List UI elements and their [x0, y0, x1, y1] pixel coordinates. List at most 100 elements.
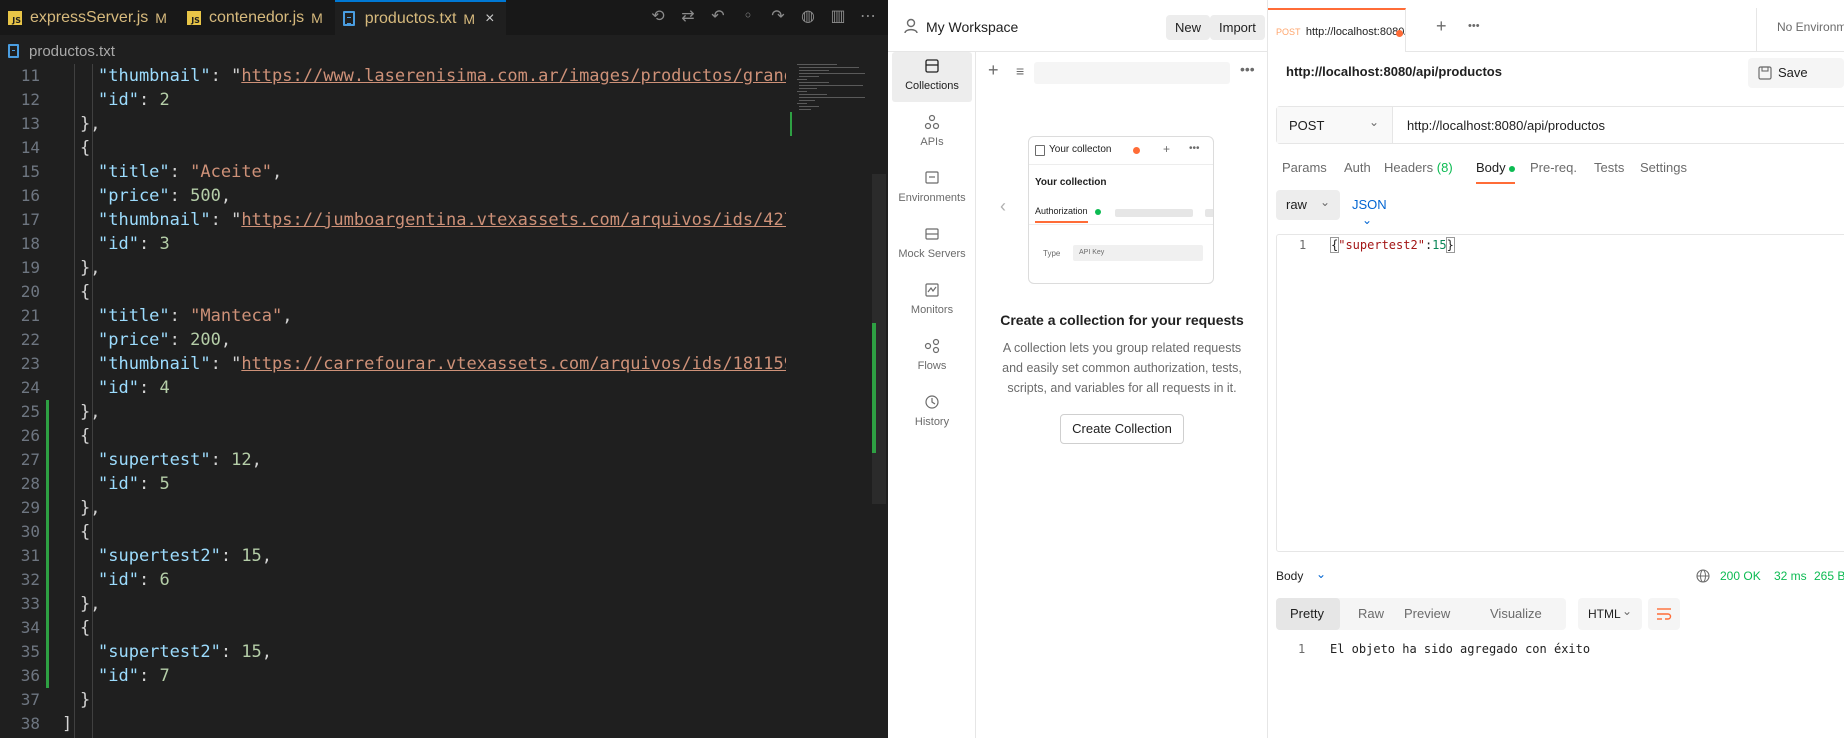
preview-card-row: Authorization	[1029, 201, 1213, 225]
tab-raw[interactable]: Raw	[1358, 606, 1384, 621]
sidebar-item-mock-servers[interactable]: Mock Servers	[892, 220, 972, 270]
code-token: },	[80, 258, 101, 278]
body-format-select[interactable]: JSON ⌄	[1352, 197, 1387, 227]
body-mode-select[interactable]: raw ⌄	[1276, 190, 1340, 220]
code-line[interactable]: 14 {	[0, 136, 800, 160]
go-forward-icon[interactable]: ↷	[768, 6, 788, 25]
code-line[interactable]: 27 "supertest": 12,	[0, 448, 800, 472]
code-line[interactable]: 24 "id": 4	[0, 376, 800, 400]
response-size[interactable]: 265 B	[1814, 569, 1844, 583]
code-line[interactable]: 35 "supertest2": 15,	[0, 640, 800, 664]
tab-preview[interactable]: Preview	[1404, 606, 1450, 621]
code-line[interactable]: 25},	[0, 400, 800, 424]
code-line[interactable]: 16 "price": 500,	[0, 184, 800, 208]
code-line[interactable]: 30 {	[0, 520, 800, 544]
tab-productos[interactable]: productos.txt M ×	[334, 0, 507, 35]
code-line[interactable]: 31 "supertest2": 15,	[0, 544, 800, 568]
response-time[interactable]: 32 ms	[1774, 569, 1807, 583]
breadcrumb[interactable]: productos.txt	[0, 37, 115, 65]
tab-body[interactable]: Body	[1476, 160, 1516, 184]
tab-auth[interactable]: Auth	[1344, 160, 1371, 175]
code-token[interactable]: https://carrefourar.vtexassets.com/arqui…	[241, 354, 786, 374]
filter-icon[interactable]: ≡	[1016, 63, 1024, 79]
close-icon[interactable]: ×	[485, 10, 494, 28]
environment-select[interactable]: No Environmen	[1756, 8, 1844, 52]
tab-contenedor[interactable]: JS contenedor.js M	[179, 0, 335, 35]
compare-icon[interactable]: ⇄	[678, 6, 698, 25]
history-icon[interactable]: ⟲	[648, 6, 668, 25]
tab-pretty[interactable]: Pretty	[1276, 598, 1340, 630]
line-number: 37	[20, 690, 40, 709]
code-line[interactable]: 11 "thumbnail": "https://www.laserenisima…	[0, 64, 800, 88]
code-line[interactable]: 23 "thumbnail": "https://carrefourar.vtex…	[0, 352, 800, 376]
sidebar-item-monitors[interactable]: Monitors	[892, 276, 972, 326]
code-line[interactable]: 17 "thumbnail": "https://jumboargentina.v…	[0, 208, 800, 232]
more-icon[interactable]: ⋯	[858, 6, 878, 25]
sidebar-item-flows[interactable]: Flows	[892, 332, 972, 382]
line-number: 32	[20, 570, 40, 589]
chevron-down-icon: ⌄	[1362, 213, 1373, 227]
sidebar-item-apis[interactable]: APIs	[892, 108, 972, 158]
request-tab[interactable]: POST http://localhost:8080/	[1268, 8, 1406, 52]
response-body-label[interactable]: Body	[1276, 569, 1303, 583]
add-tab-icon[interactable]: +	[1436, 16, 1447, 37]
url-input[interactable]: http://localhost:8080/api/productos	[1407, 118, 1605, 133]
go-back-icon[interactable]: ↶	[708, 6, 728, 25]
sidebar-item-environments[interactable]: Environments	[892, 164, 972, 214]
branch-icon[interactable]: ◍	[798, 6, 818, 25]
code-line[interactable]: 12 "id": 2	[0, 88, 800, 112]
dot-icon[interactable]: ◦	[738, 6, 758, 25]
code-line[interactable]: 32 "id": 6	[0, 568, 800, 592]
status-code[interactable]: 200 OK	[1720, 569, 1761, 583]
code-line[interactable]: 33},	[0, 592, 800, 616]
chevron-down-icon[interactable]: ⌄	[1316, 567, 1326, 581]
code-line[interactable]: 18 "id": 3	[0, 232, 800, 256]
code-line[interactable]: 15 "title": "Aceite",	[0, 160, 800, 184]
code-line[interactable]: 19},	[0, 256, 800, 280]
code-line[interactable]: 34 {	[0, 616, 800, 640]
code-editor[interactable]: 11 "thumbnail": "https://www.laserenisima…	[0, 64, 800, 738]
chevron-left-icon[interactable]: ‹	[1000, 196, 1006, 217]
request-title[interactable]: http://localhost:8080/api/productos	[1286, 64, 1502, 79]
code-line[interactable]: 26 {	[0, 424, 800, 448]
code-line[interactable]: 28 "id": 5	[0, 472, 800, 496]
tab-pre-request[interactable]: Pre-req.	[1530, 160, 1577, 175]
body-editor[interactable]: 1 {"supertest2":15}	[1276, 234, 1844, 552]
more-icon[interactable]: •••	[1240, 61, 1255, 77]
method-select[interactable]: POST ⌄	[1277, 107, 1393, 143]
wrap-lines-button[interactable]	[1648, 598, 1680, 630]
code-line[interactable]: 13},	[0, 112, 800, 136]
code-line[interactable]: 36 "id": 7	[0, 664, 800, 688]
code-text: "id": 6	[98, 568, 786, 592]
code-line[interactable]: 37}	[0, 688, 800, 712]
new-button[interactable]: New	[1166, 15, 1211, 40]
minimap[interactable]	[795, 62, 867, 142]
sidebar-item-collections[interactable]: Collections	[892, 52, 972, 102]
tab-tests[interactable]: Tests	[1594, 160, 1624, 175]
tab-visualize[interactable]: Visualize	[1490, 606, 1542, 621]
code-line[interactable]: 22 "price": 200,	[0, 328, 800, 352]
response-format-select[interactable]: HTML ⌄	[1578, 598, 1642, 630]
code-line[interactable]: 21 "title": "Manteca",	[0, 304, 800, 328]
save-button[interactable]: Save	[1748, 58, 1844, 88]
tab-expressserver[interactable]: JS expressServer.js M	[0, 0, 179, 35]
more-icon[interactable]: •••	[1468, 20, 1480, 32]
code-token: ]	[62, 714, 73, 734]
globe-icon[interactable]	[1696, 569, 1710, 583]
code-token[interactable]: https://jumboargentina.vtexassets.com/ar…	[241, 210, 786, 230]
code-line[interactable]: 38]	[0, 712, 800, 736]
code-line[interactable]: 29},	[0, 496, 800, 520]
code-line[interactable]: 20 {	[0, 280, 800, 304]
tab-params[interactable]: Params	[1282, 160, 1327, 175]
search-input[interactable]	[1034, 62, 1230, 84]
import-button[interactable]: Import	[1210, 15, 1265, 40]
tab-headers[interactable]: Headers (8)	[1384, 160, 1453, 175]
breadcrumb-file[interactable]: productos.txt	[29, 43, 115, 60]
add-icon[interactable]: +	[988, 60, 999, 81]
code-token[interactable]: https://www.laserenisima.com.ar/images/p…	[241, 66, 786, 86]
tab-settings[interactable]: Settings	[1640, 160, 1687, 175]
split-editor-icon[interactable]: ▥	[828, 6, 848, 25]
create-collection-button[interactable]: Create Collection	[1060, 414, 1184, 444]
sidebar-item-history[interactable]: History	[892, 388, 972, 438]
workspace-title[interactable]: My Workspace	[926, 19, 1018, 35]
